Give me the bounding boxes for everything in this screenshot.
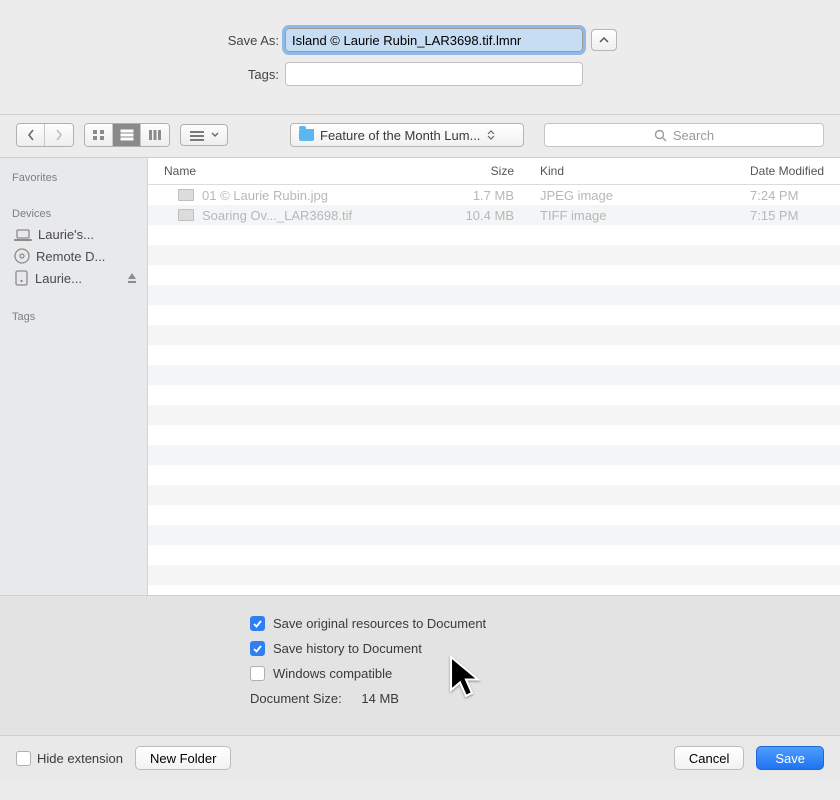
chevron-down-icon <box>211 132 219 138</box>
laptop-icon <box>14 229 32 241</box>
sidebar-item-label: Laurie's... <box>38 227 94 242</box>
list-icon <box>120 129 134 141</box>
dialog-footer: Hide extension New Folder Cancel Save <box>0 736 840 780</box>
grid-icon <box>92 129 106 141</box>
col-header-size[interactable]: Size <box>450 158 524 184</box>
checkbox-save-resources[interactable] <box>250 616 265 631</box>
sidebar-tags-header: Tags <box>0 305 147 327</box>
hide-extension-label: Hide extension <box>37 751 123 766</box>
folder-icon <box>299 129 314 141</box>
checkbox-hide-extension[interactable] <box>16 751 31 766</box>
location-label: Feature of the Month Lum... <box>320 128 480 143</box>
chevron-right-icon <box>55 129 63 141</box>
group-by-popup[interactable] <box>180 124 228 146</box>
collapse-button[interactable] <box>591 29 617 51</box>
view-switch <box>84 123 170 147</box>
sidebar-item-drive[interactable]: Laurie... <box>0 267 147 289</box>
hide-extension-checkbox[interactable]: Hide extension <box>16 751 123 766</box>
document-size-label: Document Size: <box>250 691 342 706</box>
column-view-button[interactable] <box>141 124 169 146</box>
list-view-button[interactable] <box>113 124 141 146</box>
option-windows-compat[interactable]: Windows compatible <box>250 666 820 681</box>
file-thumb-icon <box>178 209 194 221</box>
file-thumb-icon <box>178 189 194 201</box>
checkbox-save-history[interactable] <box>250 641 265 656</box>
document-size-row: Document Size: 14 MB <box>250 691 820 706</box>
tags-label: Tags: <box>20 67 285 82</box>
file-name: 01 © Laurie Rubin.jpg <box>202 188 328 203</box>
file-kind: TIFF image <box>524 202 734 229</box>
icon-view-button[interactable] <box>85 124 113 146</box>
tags-row: Tags: <box>20 62 820 86</box>
file-listing: Name Size Kind Date Modified 01 © Laurie… <box>148 158 840 595</box>
col-header-date[interactable]: Date Modified <box>734 158 840 184</box>
nav-back-forward <box>16 123 74 147</box>
option-save-history[interactable]: Save history to Document <box>250 641 820 656</box>
columns-icon <box>148 129 162 141</box>
search-input[interactable]: Search <box>544 123 824 147</box>
forward-button[interactable] <box>45 124 73 146</box>
option-label: Save history to Document <box>273 641 422 656</box>
browser-body: Favorites Devices Laurie's... Remote D..… <box>0 158 840 596</box>
file-size: 10.4 MB <box>450 202 524 229</box>
sidebar: Favorites Devices Laurie's... Remote D..… <box>0 158 148 595</box>
search-placeholder: Search <box>673 128 714 143</box>
table-row[interactable]: Soaring Ov..._LAR3698.tif 10.4 MB TIFF i… <box>148 205 840 225</box>
toolbar: Feature of the Month Lum... Search <box>0 114 840 158</box>
col-header-kind[interactable]: Kind <box>524 158 734 184</box>
sidebar-item-label: Laurie... <box>35 271 82 286</box>
eject-icon[interactable] <box>127 273 137 284</box>
location-popup[interactable]: Feature of the Month Lum... <box>290 123 524 147</box>
sidebar-item-label: Remote D... <box>36 249 105 264</box>
sidebar-item-laptop[interactable]: Laurie's... <box>0 224 147 245</box>
document-size-value: 14 MB <box>361 691 399 706</box>
save-as-row: Save As: <box>20 28 820 52</box>
chevron-up-icon <box>599 36 609 44</box>
drive-icon <box>14 270 29 286</box>
save-as-label: Save As: <box>20 33 285 48</box>
list-rows: 01 © Laurie Rubin.jpg 1.7 MB JPEG image … <box>148 185 840 585</box>
file-date: 7:15 PM <box>734 202 840 229</box>
file-name: Soaring Ov..._LAR3698.tif <box>202 208 352 223</box>
disc-icon <box>14 248 30 264</box>
stack-icon <box>189 129 205 141</box>
search-icon <box>654 129 667 142</box>
sidebar-devices-header: Devices <box>0 202 147 224</box>
option-save-resources[interactable]: Save original resources to Document <box>250 616 820 631</box>
new-folder-button[interactable]: New Folder <box>135 746 231 770</box>
tags-input[interactable] <box>285 62 583 86</box>
option-label: Save original resources to Document <box>273 616 486 631</box>
sidebar-favorites-header: Favorites <box>0 166 147 188</box>
updown-icon <box>486 130 496 140</box>
option-label: Windows compatible <box>273 666 392 681</box>
cancel-button[interactable]: Cancel <box>674 746 744 770</box>
chevron-left-icon <box>27 129 35 141</box>
save-button[interactable]: Save <box>756 746 824 770</box>
checkbox-windows-compat[interactable] <box>250 666 265 681</box>
save-panel-top: Save As: Tags: <box>0 0 840 114</box>
save-as-input[interactable] <box>285 28 583 52</box>
back-button[interactable] <box>17 124 45 146</box>
save-options-panel: Save original resources to Document Save… <box>0 596 840 736</box>
sidebar-item-remote[interactable]: Remote D... <box>0 245 147 267</box>
col-header-name[interactable]: Name <box>148 158 450 184</box>
